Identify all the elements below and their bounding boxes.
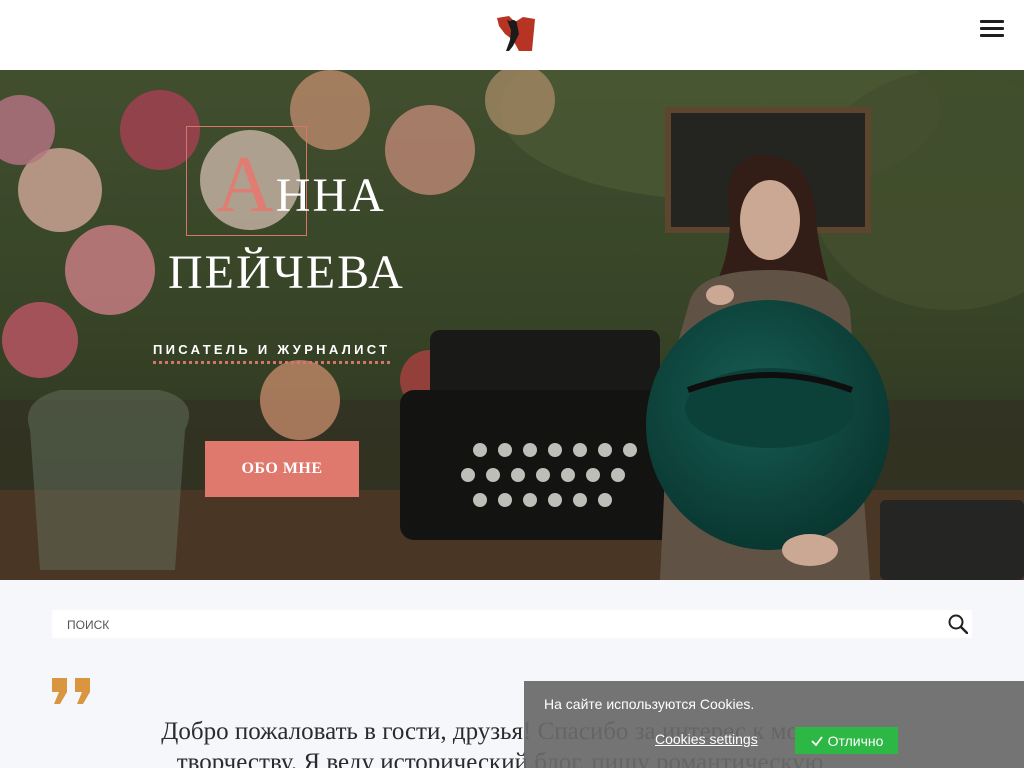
search-bar <box>52 610 972 638</box>
first-name-rest: нна <box>275 169 386 222</box>
hero-photo <box>0 70 1024 580</box>
hamburger-menu-icon[interactable] <box>980 19 1004 39</box>
cookie-accept-button[interactable]: Отлично <box>795 727 898 754</box>
search-icon[interactable] <box>948 614 968 634</box>
author-first-name: Анна <box>216 145 386 225</box>
cookie-message: На сайте используются Cookies. <box>544 696 755 712</box>
search-input[interactable] <box>52 610 932 638</box>
menu-line <box>980 20 1004 23</box>
about-me-button[interactable]: Обо мне <box>205 441 359 497</box>
check-icon <box>810 735 823 746</box>
author-last-name: Пейчева <box>168 246 405 299</box>
author-subtitle: Писатель и журналист <box>153 342 391 364</box>
first-name-initial: А <box>216 141 276 229</box>
hero-banner: Анна Пейчева Писатель и журналист Обо мн… <box>0 70 1024 580</box>
author-silhouette-logo[interactable] <box>497 16 535 51</box>
menu-line <box>980 27 1004 30</box>
cookie-banner: На сайте используются Cookies. Cookies s… <box>524 681 1024 768</box>
site-header <box>0 0 1024 70</box>
quote-icon <box>52 678 90 704</box>
cookie-settings-link[interactable]: Cookies settings <box>655 731 758 747</box>
cookie-accept-label: Отлично <box>827 732 884 749</box>
menu-line <box>980 34 1004 37</box>
